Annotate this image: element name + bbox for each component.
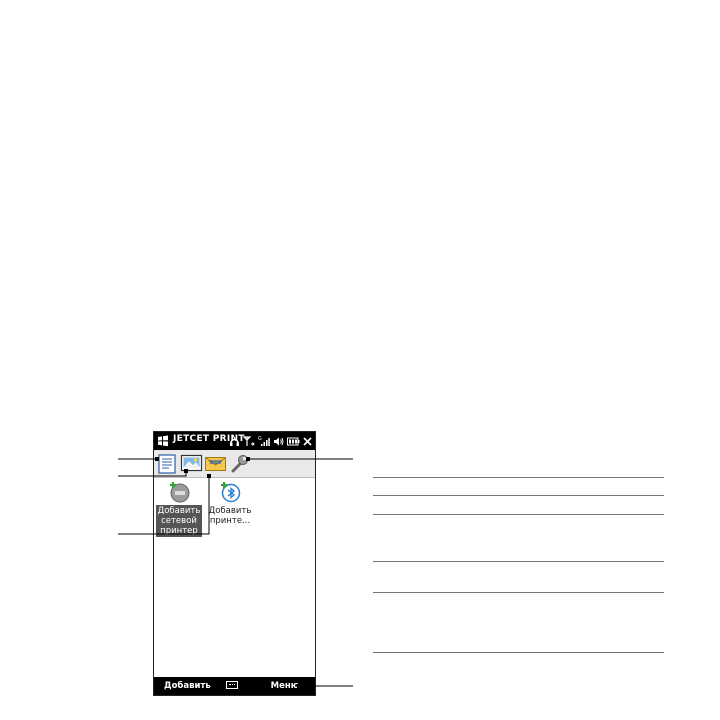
callout-dot	[246, 457, 250, 461]
table-rule	[373, 652, 664, 653]
callout-dot	[207, 474, 211, 478]
callout-line-pictures	[118, 471, 187, 477]
table-rule	[373, 592, 664, 593]
callout-lines	[118, 457, 353, 688]
table-rule	[373, 514, 664, 515]
callout-dot	[297, 684, 301, 688]
table-rule	[373, 477, 664, 478]
callout-line-email	[118, 476, 210, 535]
table-rule	[373, 561, 664, 562]
callout-dot	[184, 469, 188, 473]
callout-dot	[155, 457, 159, 461]
table-rule	[373, 495, 664, 496]
